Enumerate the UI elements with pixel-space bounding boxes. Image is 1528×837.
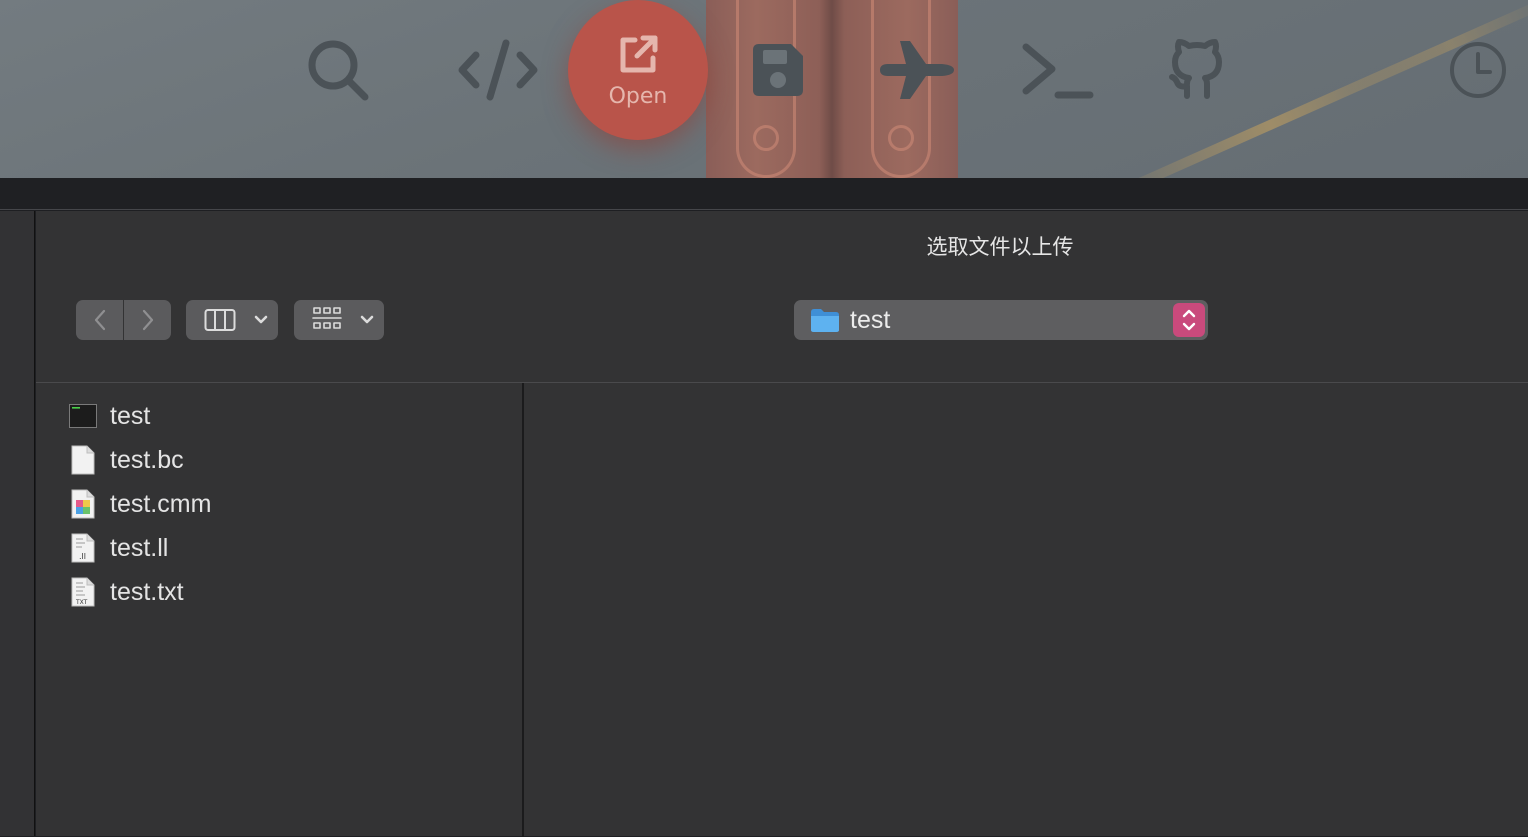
grid-group-icon	[312, 307, 342, 329]
group-by-button[interactable]	[294, 300, 384, 340]
location-label: test	[850, 305, 891, 334]
dialog-title: 选取文件以上传	[926, 235, 1074, 259]
code-icon	[458, 39, 538, 101]
open-button-label: Open	[608, 83, 668, 109]
file-item-test[interactable]: test	[69, 396, 150, 436]
file-item-test-ll[interactable]: .ll test.ll	[69, 528, 168, 568]
airplane-icon	[880, 41, 954, 99]
back-button[interactable]	[76, 300, 123, 340]
decorative-streak	[1094, 43, 1446, 178]
file-item-test-txt[interactable]: TXT test.txt	[69, 572, 184, 612]
folder-icon	[811, 309, 839, 332]
txt-document-icon: TXT	[69, 576, 97, 608]
save-icon	[753, 44, 803, 96]
view-mode-button[interactable]	[186, 300, 278, 340]
terminal-tool-button[interactable]	[1018, 30, 1098, 110]
file-name: test	[110, 401, 151, 430]
image-document-icon	[69, 488, 97, 520]
file-column: test test.bc test.cmm .ll test.ll TXT te…	[36, 383, 524, 837]
file-name: test.txt	[110, 577, 184, 606]
svg-text:TXT: TXT	[75, 599, 88, 606]
history-tool-button[interactable]	[1438, 30, 1518, 110]
window-divider	[0, 178, 1528, 210]
file-name: test.bc	[110, 445, 184, 474]
code-tool-button[interactable]	[458, 30, 538, 110]
chevron-left-icon	[94, 309, 105, 331]
file-browser: test test.bc test.cmm .ll test.ll TXT te…	[36, 382, 1528, 837]
file-name: test.ll	[110, 533, 169, 562]
open-external-icon	[620, 35, 658, 72]
chevron-down-icon	[360, 315, 374, 324]
executable-icon	[69, 400, 97, 432]
github-icon	[1169, 39, 1222, 99]
search-icon	[308, 40, 369, 101]
clock-icon	[1450, 42, 1506, 98]
blank-document-icon	[69, 444, 97, 476]
file-item-test-bc[interactable]: test.bc	[69, 440, 184, 480]
column-view-icon	[204, 309, 236, 331]
sidebar-gutter	[0, 211, 35, 836]
search-tool-button[interactable]	[298, 30, 378, 110]
chevron-right-icon	[142, 309, 153, 331]
navigation-buttons	[76, 300, 171, 340]
open-button[interactable]: Open	[568, 0, 708, 140]
app-toolbar: Open	[0, 0, 1528, 178]
forward-button[interactable]	[124, 300, 171, 340]
up-down-chevron-icon	[1182, 309, 1196, 331]
chevron-down-icon	[254, 315, 268, 324]
ll-document-icon: .ll	[69, 532, 97, 564]
file-item-test-cmm[interactable]: test.cmm	[69, 484, 211, 524]
file-open-dialog: 选取文件以上传 test test test.bc test.cmm .ll t…	[36, 211, 1528, 837]
location-stepper[interactable]	[1173, 303, 1205, 337]
file-name: test.cmm	[110, 489, 212, 518]
location-popup[interactable]: test	[794, 300, 1208, 340]
save-tool-button[interactable]	[737, 30, 817, 110]
svg-text:.ll: .ll	[79, 552, 86, 561]
terminal-icon	[1022, 43, 1094, 99]
github-tool-button[interactable]	[1157, 30, 1237, 110]
preview-column	[526, 383, 1528, 837]
deploy-tool-button[interactable]	[876, 30, 956, 110]
